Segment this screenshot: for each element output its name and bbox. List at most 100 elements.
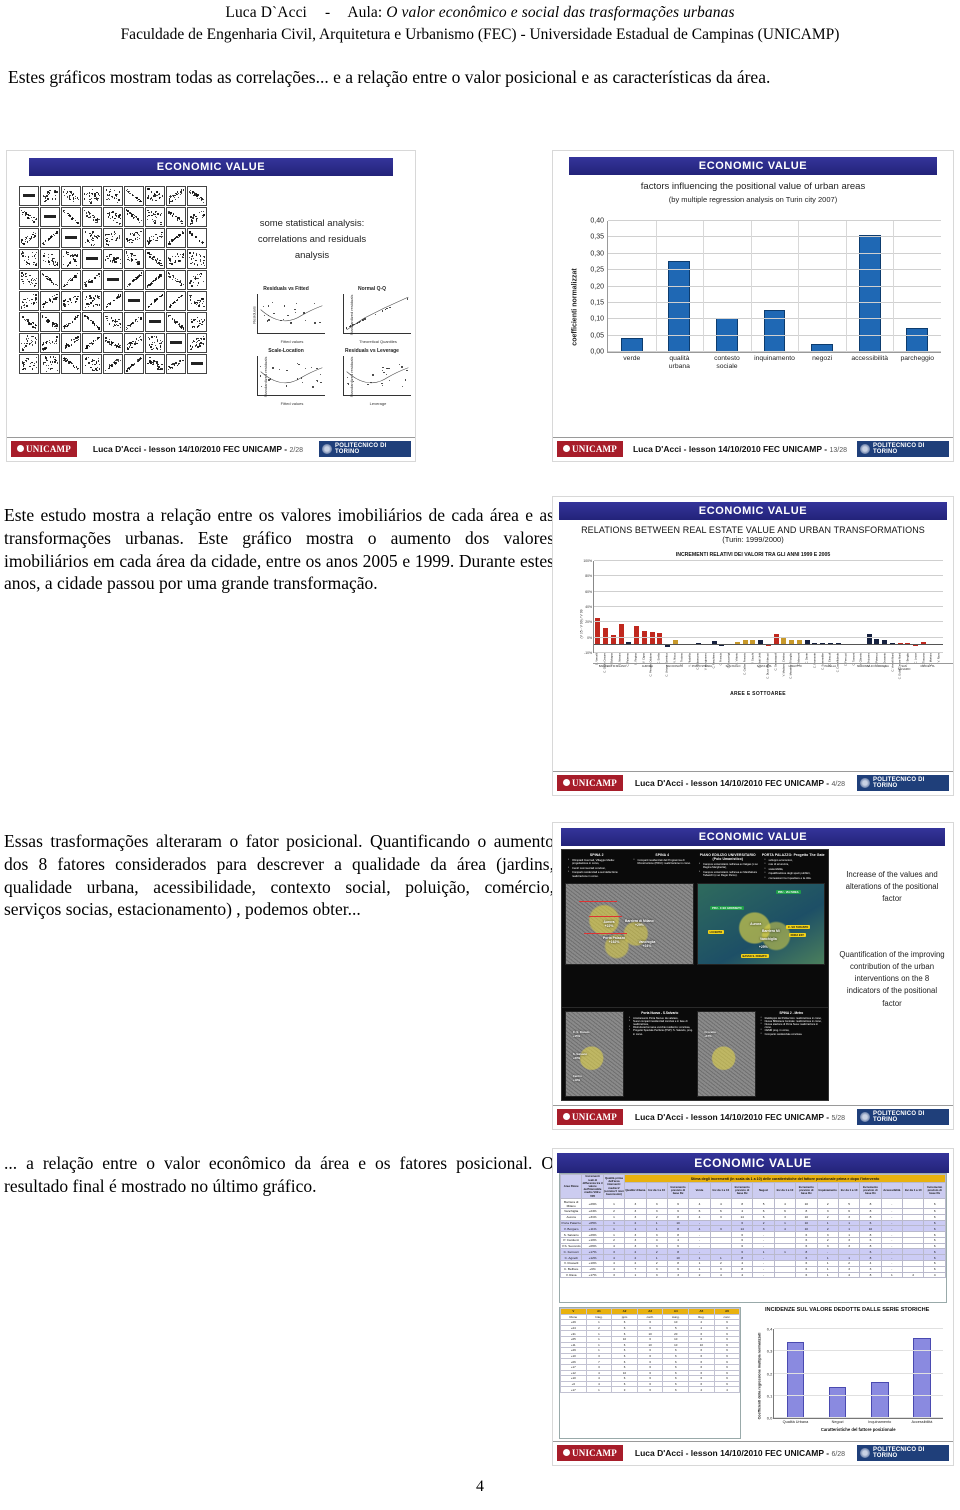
- table-cell: 4: [709, 1271, 733, 1279]
- scatter-point: [126, 254, 129, 256]
- map-tag: DORA EST: [788, 933, 806, 938]
- table-row: V. Rava +17% 3 1 3 3 2 4 4-6 1 4 8 1 2 4: [559, 1271, 946, 1279]
- scatter-point: [22, 282, 25, 285]
- scatter-point: [130, 238, 132, 240]
- scatter-point: [23, 342, 25, 345]
- incidence-bar[interactable]: [870, 1382, 889, 1418]
- scatter-point: [201, 216, 204, 218]
- scatter-point: [57, 264, 59, 266]
- scatter-matrix-cell: [82, 270, 102, 290]
- scatter-point: [43, 255, 45, 257]
- scatter-point: [87, 305, 90, 308]
- increment-bar[interactable]: [765, 644, 771, 646]
- scatter-point: [31, 282, 33, 285]
- scatter-point: [177, 192, 179, 195]
- increment-bar[interactable]: [913, 644, 919, 646]
- scatter-point: [199, 255, 202, 257]
- turin-map-aerial[interactable]: Aurora +22% Barriera di Milano +29% Porta Pa…: [565, 882, 694, 965]
- scatter-point: [181, 220, 183, 223]
- slide-scatter-matrix[interactable]: ECONOMIC VALUE some statistical analysis…: [6, 150, 416, 462]
- scatter-point: [71, 194, 73, 196]
- slide-estimation-table[interactable]: ECONOMIC VALUE Aree Rione Incrementi real…: [552, 1148, 954, 1466]
- slide4-number: 5/28: [831, 1114, 846, 1122]
- panel-map[interactable]: Crocetta +17%: [696, 1010, 756, 1097]
- diagnostic-plot: Scale-Location Fitted values Standardized …: [245, 348, 327, 406]
- gridline: 0,40: [590, 218, 941, 225]
- scatter-point: [67, 360, 69, 362]
- incidence-bar[interactable]: [786, 1342, 805, 1418]
- scatter-point: [108, 240, 110, 243]
- scatter-point: [192, 252, 195, 254]
- variable-name-bar: [148, 320, 161, 324]
- scatter-point: [129, 192, 132, 195]
- unicamp-logo-label: UNICAMP: [572, 1447, 617, 1458]
- variable-name-bar: [106, 278, 119, 282]
- scatter-point: [49, 190, 51, 192]
- slide3-chart-caption: INCREMENTI RELATIVI DEI VALORI TRA GLI A…: [675, 552, 831, 558]
- y-axis-tick-label: 100%: [583, 559, 592, 563]
- bar[interactable]: [763, 310, 786, 352]
- slide-real-estate-increments[interactable]: ECONOMIC VALUE RELATIONS BETWEEN REAL ES…: [552, 496, 954, 796]
- scatter-matrix-cell: [166, 207, 186, 227]
- scatter-point: [29, 365, 31, 368]
- scatter-matrix-cell: [61, 207, 81, 227]
- turin-map-psp[interactable]: Aurora Barriera Mi Vanchiglia +25% PRU - VIA…: [696, 882, 825, 965]
- scatter-point: [52, 262, 55, 264]
- increment-bar[interactable]: [719, 644, 725, 647]
- scatter-point: [76, 368, 79, 371]
- increment-bar[interactable]: [634, 626, 640, 645]
- intervention-list: sviluppo economico,rete di sicurezza,sos…: [762, 858, 826, 880]
- scatter-point: [66, 281, 69, 284]
- scatter-point: [193, 301, 195, 304]
- panel-list: Arretramento Porta Nuova: da valutare,Nu…: [626, 1015, 693, 1036]
- slide-urban-interventions-maps[interactable]: ECONOMIC VALUE SPINA 2Olimpiadi Invernal…: [552, 822, 954, 1130]
- table-cell: -: [880, 1198, 904, 1209]
- caption-line-1: some statistical analysis:: [259, 218, 365, 229]
- scatter-point: [152, 280, 154, 283]
- scatter-point: [137, 360, 139, 362]
- scatter-matrix-cell: [187, 249, 207, 269]
- scatter-point: [63, 327, 65, 329]
- mini-table-cell: +17: [560, 1386, 587, 1393]
- scatter-point: [91, 363, 93, 366]
- scatter-point: [150, 362, 152, 364]
- scatter-point: [90, 213, 92, 215]
- paragraph-3: Essas trasformações alteraram o fator po…: [4, 831, 554, 920]
- table-cell: 4: [773, 1198, 797, 1209]
- increment-bar[interactable]: [641, 631, 647, 645]
- intervention-list: Olimpiadi Invernali, Villaggio Media: pr…: [565, 858, 629, 878]
- panel-map[interactable]: C. S. Donato +15% S. Salvario +30% Centro +19…: [565, 1010, 625, 1097]
- scatter-matrix-cell: [61, 249, 81, 269]
- scatter-point: [130, 260, 132, 263]
- scatter-point: [179, 234, 181, 236]
- incidence-bar[interactable]: [828, 1386, 847, 1418]
- bar[interactable]: [906, 328, 929, 352]
- slide-positional-factors-bar[interactable]: ECONOMIC VALUE factors influencing the p…: [552, 150, 954, 462]
- scatter-point: [131, 259, 133, 261]
- bar[interactable]: [668, 261, 691, 352]
- increment-bar[interactable]: [665, 644, 671, 648]
- scatter-point: [176, 364, 179, 367]
- gridline: 40%: [585, 605, 943, 609]
- scatter-point: [105, 369, 107, 371]
- scatter-point: [180, 284, 182, 286]
- scatter-point: [189, 252, 191, 254]
- scatter-point: [191, 326, 193, 329]
- scatter-point: [44, 362, 46, 364]
- scatter-point: [177, 236, 180, 239]
- scatter-point: [21, 214, 24, 216]
- scatter-point: [148, 284, 150, 286]
- scatter-point: [77, 295, 79, 297]
- scatter-point: [155, 220, 157, 222]
- scatter-matrix-cell: [103, 312, 123, 332]
- scatter-point: [156, 298, 159, 300]
- scatter-point: [202, 201, 204, 203]
- scatter-point: [119, 326, 121, 328]
- scatter-point: [52, 356, 55, 358]
- bar[interactable]: [620, 337, 643, 352]
- increment-bar[interactable]: [618, 623, 624, 645]
- scatter-point: [203, 242, 205, 244]
- scatter-point: [33, 221, 35, 223]
- scatter-point: [199, 261, 202, 263]
- scatter-point: [96, 369, 98, 371]
